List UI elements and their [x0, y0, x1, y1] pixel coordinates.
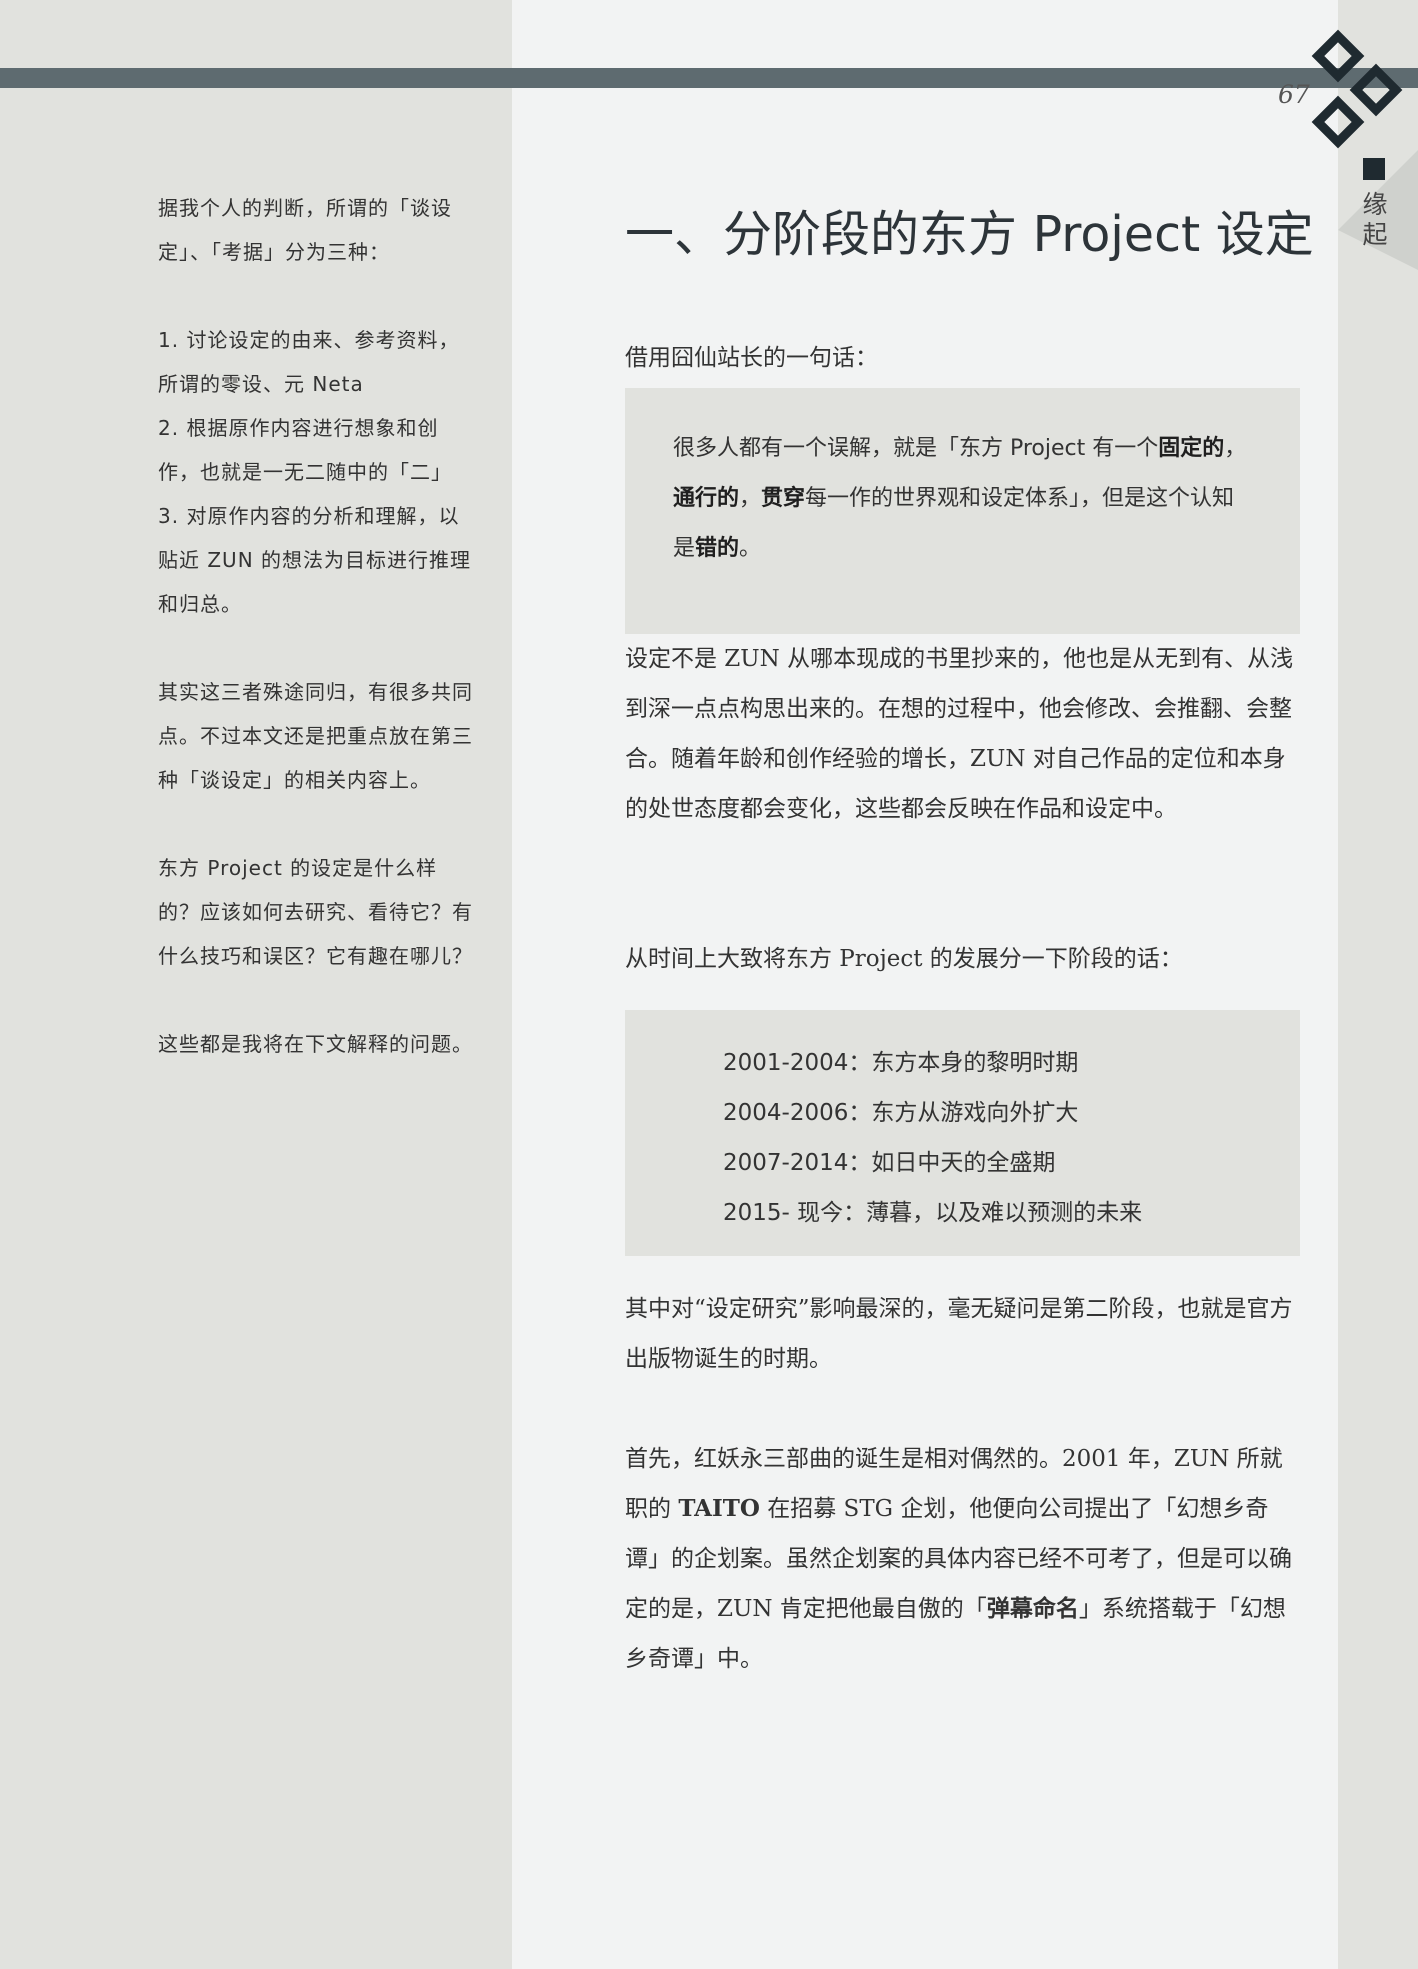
sidebar-paragraph: 据我个人的判断，所谓的「谈设定」、「考据」分为三种： [158, 196, 452, 264]
sidebar-notes: 据我个人的判断，所谓的「谈设定」、「考据」分为三种： 1. 讨论设定的由来、参考… [158, 186, 474, 1066]
sidebar-paragraph: 东方 Project 的设定是什么样的？应该如何去研究、看待它？有什么技巧和误区… [158, 856, 473, 968]
sidebar-paragraph: 其实这三者殊途同归，有很多共同点。不过本文还是把重点放在第三种「谈设定」的相关内… [158, 680, 473, 792]
sidebar-list-item: 1. 讨论设定的由来、参考资料，所谓的零设、元 Neta [158, 328, 460, 396]
square-bullet-icon [1363, 158, 1385, 180]
timeline-item: 2004-2006：东方从游戏向外扩大 [723, 1100, 1079, 1126]
body-paragraph: 首先，红妖永三部曲的诞生是相对偶然的。2001 年，ZUN 所就职的 TAITO… [625, 1446, 1292, 1672]
top-header-band [0, 68, 1418, 88]
body-paragraph: 其中对“设定研究”影响最深的，毫无疑问是第二阶段，也就是官方出版物诞生的时期。 [625, 1296, 1293, 1372]
sidebar-paragraph: 这些都是我将在下文解释的问题。 [158, 1032, 473, 1056]
quote-emphasis: 通行的 [673, 486, 740, 511]
page-number: 67 [1278, 80, 1310, 109]
body-paragraph: 从时间上大致将东方 Project 的发展分一下阶段的话： [625, 946, 1183, 972]
right-margin-strip [1338, 0, 1418, 1969]
quote-emphasis: 错的 [695, 536, 740, 561]
quote-emphasis: 贯穿 [761, 486, 806, 511]
body-emphasis: 弹幕命名 [986, 1595, 1079, 1622]
intro-paragraph: 借用囧仙站长的一句话： [625, 345, 878, 371]
timeline-item: 2015- 现今：薄暮，以及难以预测的未来 [723, 1200, 1143, 1226]
body-paragraph: 设定不是 ZUN 从哪本现成的书里抄来的，他也是从无到有、从浅到深一点点构思出来… [625, 646, 1294, 822]
quote-box: 很多人都有一个误解，就是「东方 Project 有一个固定的，通行的，贯穿每一作… [625, 388, 1300, 634]
quote-emphasis: 固定的 [1158, 436, 1225, 461]
timeline-box: 2001-2004：东方本身的黎明时期 2004-2006：东方从游戏向外扩大 … [625, 1010, 1300, 1256]
timeline-item: 2001-2004：东方本身的黎明时期 [723, 1050, 1079, 1076]
section-label: 缘起 [1362, 190, 1388, 249]
quote-text: 很多人都有一个误解，就是「东方 Project 有一个固定的，通行的，贯穿每一作… [673, 436, 1247, 561]
body-emphasis: TAITO [678, 1495, 760, 1522]
timeline-item: 2007-2014：如日中天的全盛期 [723, 1150, 1056, 1176]
sidebar-list-item: 2. 根据原作内容进行想象和创作，也就是一无二随中的「二」 [158, 416, 452, 484]
sidebar-list-item: 3. 对原作内容的分析和理解，以贴近 ZUN 的想法为目标进行推理和归总。 [158, 504, 472, 616]
page-title: 一、分阶段的东方 Project 设定 [625, 206, 1314, 263]
